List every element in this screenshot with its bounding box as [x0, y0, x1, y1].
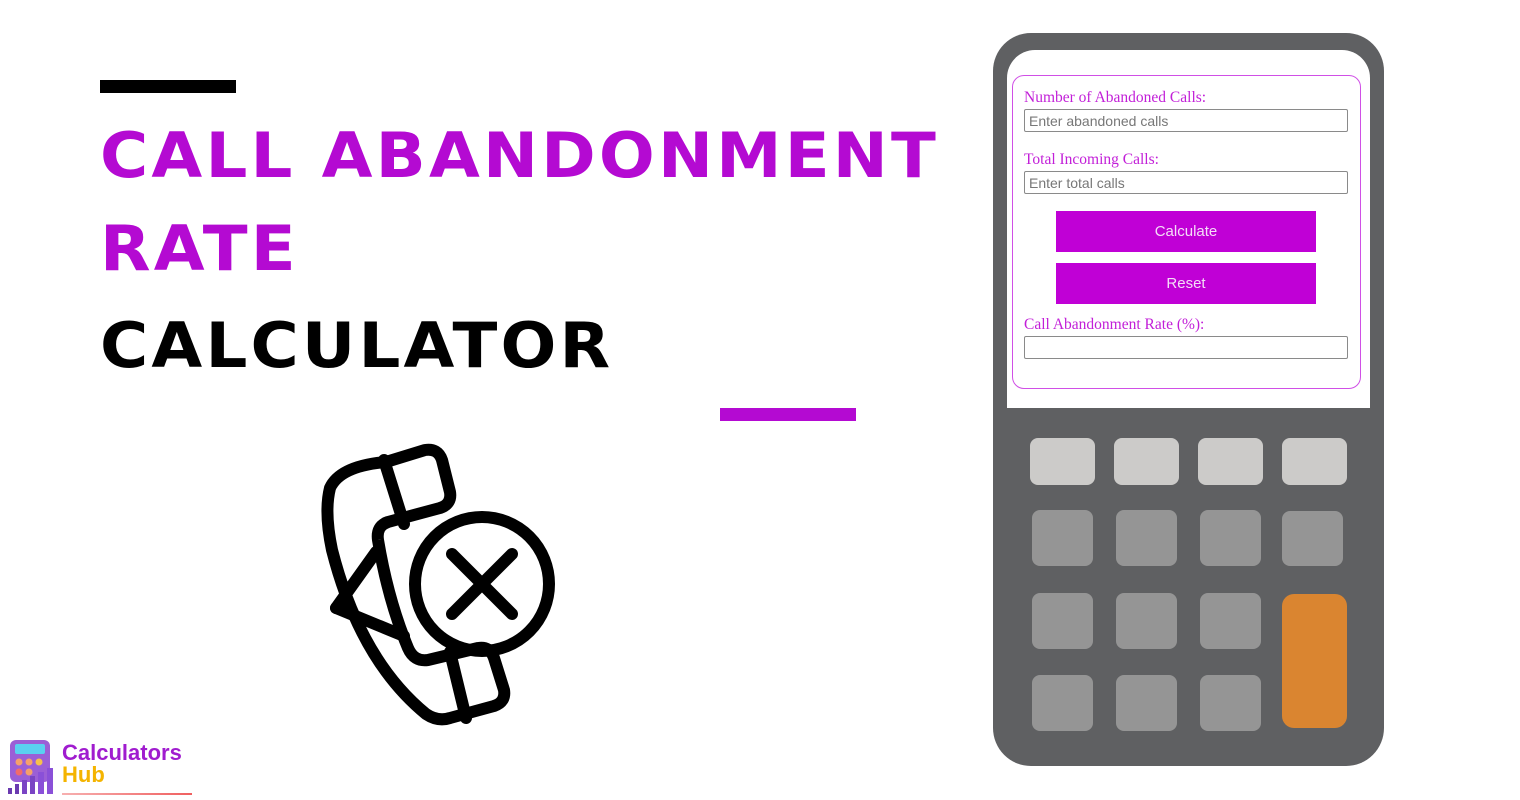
page-title-line-1: Call Abandonment — [100, 119, 939, 192]
calculator-key — [1198, 438, 1263, 485]
reset-button[interactable]: Reset — [1056, 263, 1316, 304]
calculator-key — [1200, 510, 1261, 566]
calculator-key — [1116, 510, 1177, 566]
calculator-key — [1116, 593, 1177, 649]
total-calls-label: Total Incoming Calls: — [1024, 151, 1159, 168]
calculator-key — [1282, 438, 1347, 485]
result-output[interactable] — [1024, 336, 1348, 359]
decorative-bar-accent — [720, 408, 856, 421]
calculate-button[interactable]: Calculate — [1056, 211, 1316, 252]
calculator-key-equals — [1282, 594, 1347, 728]
logo-text-hub: Hub — [62, 762, 105, 787]
page-title-line-3: Calculator — [100, 309, 614, 382]
calculators-hub-logo[interactable]: Calculators Hub — [6, 738, 196, 798]
abandoned-calls-input[interactable] — [1024, 109, 1348, 132]
calculator-key — [1032, 675, 1093, 731]
decorative-bar-top — [100, 80, 236, 93]
total-calls-input[interactable] — [1024, 171, 1348, 194]
calculator-key — [1200, 593, 1261, 649]
abandoned-calls-label: Number of Abandoned Calls: — [1024, 89, 1207, 106]
result-label: Call Abandonment Rate (%): — [1024, 316, 1205, 333]
calculator-logo-icon — [8, 740, 53, 794]
calculator-key — [1282, 511, 1343, 566]
calculator-key — [1114, 438, 1179, 485]
logo-underline — [62, 793, 192, 795]
page-title-line-2: Rate — [100, 212, 299, 285]
calculator-key — [1032, 593, 1093, 649]
calculator-key — [1030, 438, 1095, 485]
calculator-key — [1032, 510, 1093, 566]
phone-cancel-icon — [321, 443, 555, 726]
calculator-key — [1200, 675, 1261, 731]
calculator-key — [1116, 675, 1177, 731]
